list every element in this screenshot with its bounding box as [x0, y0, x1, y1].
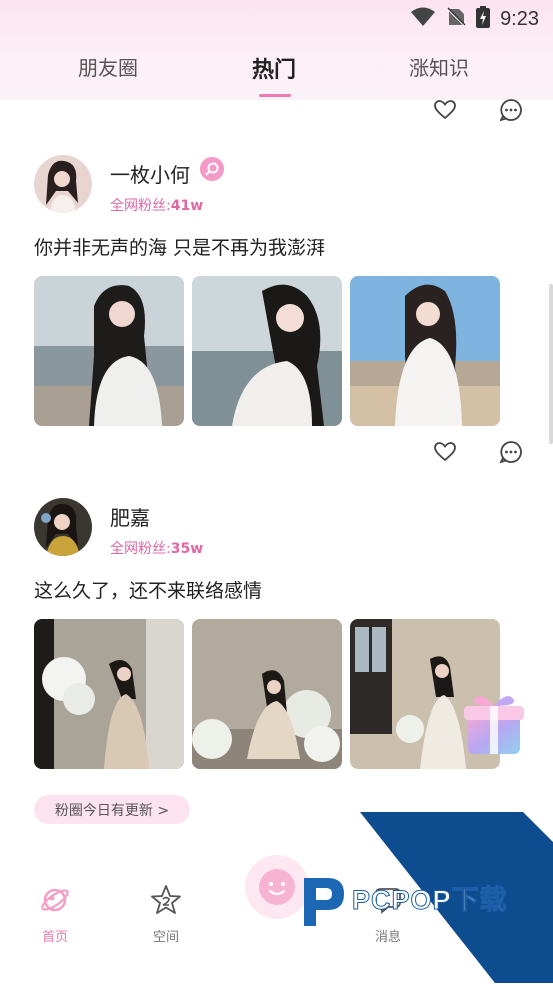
clock-time: 9:23 [500, 7, 539, 30]
nav-space[interactable]: 空间 [136, 884, 196, 945]
active-tab-indicator [259, 94, 291, 97]
pcpop-watermark: PCPOP下载 PCPOP Download [290, 812, 553, 983]
post-photo[interactable] [192, 619, 342, 769]
post-photo[interactable] [192, 276, 342, 426]
like-heart-icon[interactable] [433, 98, 457, 122]
post-text: 你并非无声的海 只是不再为我澎湃 [34, 237, 326, 259]
verified-badge-icon [200, 157, 224, 181]
feed-post: 一枚小何 全网粉丝:41w 你并非无声的海 只是不再为我澎湃 [34, 155, 524, 445]
author-name[interactable]: 肥嘉 [110, 502, 150, 531]
scrollbar[interactable] [549, 284, 553, 444]
battery-icon [476, 6, 491, 32]
post-actions [433, 440, 523, 464]
prev-post-actions [433, 98, 523, 122]
tab-friends[interactable]: 朋友圈 [78, 52, 138, 81]
nav-label: 首页 [41, 930, 68, 945]
post-photo[interactable] [34, 276, 184, 426]
nav-label: 空间 [152, 930, 179, 945]
no-sim-icon [446, 7, 466, 31]
avatar[interactable] [34, 155, 92, 213]
post-text: 这么久了，还不来联络感情 [34, 580, 263, 602]
avatar[interactable] [34, 498, 92, 556]
author-name[interactable]: 一枚小何 [110, 159, 190, 188]
tab-bar: 朋友圈 热门 涨知识 [0, 52, 553, 92]
star-icon [150, 885, 182, 920]
feed-post: 肥嘉 全网粉丝:35w 这么久了，还不来联络感情 [34, 498, 524, 788]
fans-circle-update-pill[interactable]: 粉圈今日有更新 > [34, 795, 190, 824]
fans-count: 全网粉丝:35w [110, 541, 204, 557]
status-bar: 9:23 [410, 6, 539, 32]
top-header: 9:23 朋友圈 热门 涨知识 [0, 0, 553, 100]
comment-bubble-icon[interactable] [499, 98, 523, 122]
tab-hot[interactable]: 热门 [252, 52, 296, 84]
post-photo[interactable] [350, 276, 500, 426]
like-heart-icon[interactable] [433, 440, 457, 464]
pcpop-logo-icon [304, 878, 344, 926]
gift-box-icon[interactable] [458, 688, 530, 760]
photo-grid [34, 276, 500, 426]
tab-knowledge[interactable]: 涨知识 [409, 52, 469, 81]
photo-grid [34, 619, 500, 769]
watermark-brand: PCPOP下载 [352, 885, 508, 916]
wifi-icon [410, 7, 436, 31]
comment-bubble-icon[interactable] [499, 440, 523, 464]
planet-icon [39, 888, 71, 920]
nav-home[interactable]: 首页 [25, 884, 85, 945]
fans-count: 全网粉丝:41w [110, 198, 204, 214]
post-photo[interactable] [34, 619, 184, 769]
